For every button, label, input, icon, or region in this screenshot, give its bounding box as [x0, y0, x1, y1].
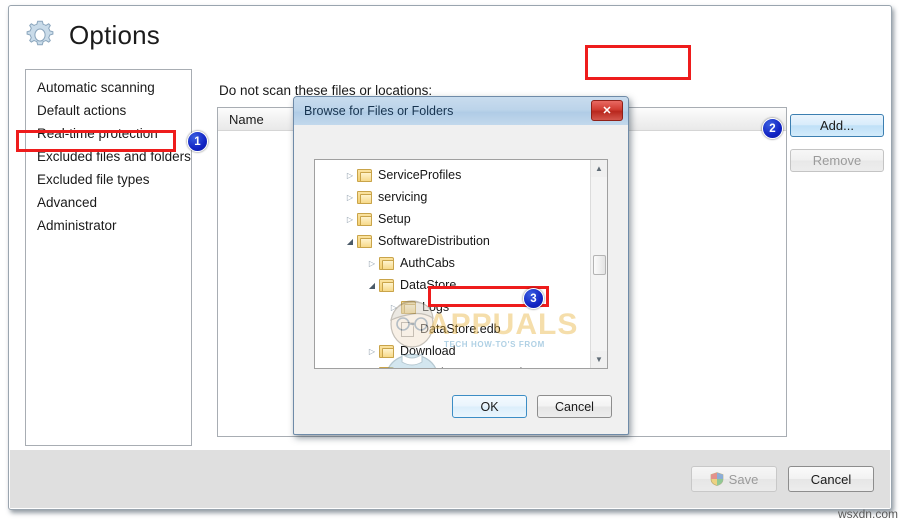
cancel-button[interactable]: Cancel [788, 466, 874, 492]
chevron-right-icon[interactable]: ▷ [343, 215, 357, 224]
browse-dialog: Browse for Files or Folders ✕ ▷ ServiceP… [293, 96, 629, 435]
ok-button[interactable]: OK [452, 395, 527, 418]
tree-item[interactable]: ◢ SoftwareDistribution [315, 230, 591, 252]
scrollbar-thumb[interactable] [593, 255, 606, 275]
folder-icon [357, 190, 372, 204]
options-footer: Save Cancel [10, 449, 890, 508]
save-button: Save [691, 466, 777, 492]
tree-item-selected[interactable]: DataStore.edb [315, 318, 591, 340]
folder-icon [357, 168, 372, 182]
add-button[interactable]: Add... [790, 114, 884, 137]
tree-item[interactable]: ▷ PostRebootEventCache [315, 362, 591, 370]
tree-item-label: servicing [378, 190, 428, 204]
scroll-up-icon[interactable]: ▲ [591, 160, 607, 177]
chevron-right-icon[interactable]: ▷ [365, 369, 379, 370]
shield-icon [710, 472, 724, 486]
chevron-right-icon[interactable]: ▷ [343, 193, 357, 202]
tree-item-label: Setup [378, 212, 411, 226]
folder-icon [379, 278, 394, 292]
folder-tree-rows: ▷ ServiceProfiles ▷ servicing ▷ Setup ◢ … [315, 160, 591, 368]
tree-item[interactable]: ▷ servicing [315, 186, 591, 208]
tree-item[interactable]: ▷ Setup [315, 208, 591, 230]
sidebar-item-excluded-files-and-folders[interactable]: Excluded files and folders [26, 145, 191, 168]
tree-item-label: SoftwareDistribution [378, 234, 490, 248]
sidebar-item-advanced[interactable]: Advanced [26, 191, 191, 214]
folder-icon [357, 212, 372, 226]
step-badge-1: 1 [187, 131, 208, 152]
folder-tree[interactable]: ▷ ServiceProfiles ▷ servicing ▷ Setup ◢ … [314, 159, 608, 369]
tree-item-label: ServiceProfiles [378, 168, 462, 182]
sidebar-item-default-actions[interactable]: Default actions [26, 99, 191, 122]
chevron-down-icon[interactable]: ◢ [343, 237, 357, 246]
sidebar-item-excluded-file-types[interactable]: Excluded file types [26, 168, 191, 191]
screenshot-root: Options Automatic scanning Default actio… [0, 0, 904, 523]
tree-item[interactable]: ▷ ServiceProfiles [315, 164, 591, 186]
sidebar-item-real-time-protection[interactable]: Real-time protection [26, 122, 191, 145]
options-titlebar: Options [9, 6, 891, 64]
tree-scrollbar[interactable]: ▲ ▼ [590, 160, 607, 368]
tree-item-label: AuthCabs [400, 256, 455, 270]
browse-dialog-title: Browse for Files or Folders [304, 104, 454, 118]
close-icon[interactable]: ✕ [591, 100, 623, 121]
step-badge-2: 2 [762, 118, 783, 139]
chevron-right-icon[interactable]: ▷ [365, 347, 379, 356]
chevron-down-icon[interactable]: ◢ [365, 281, 379, 290]
chevron-right-icon[interactable]: ▷ [387, 303, 401, 312]
save-button-label: Save [728, 471, 759, 487]
tree-item-label: DataStore [400, 278, 457, 292]
gear-icon [23, 18, 57, 52]
chevron-right-icon[interactable]: ▷ [343, 171, 357, 180]
folder-icon [357, 234, 372, 248]
tree-item-label: DataStore.edb [420, 322, 501, 336]
tree-item[interactable]: ◢ DataStore [315, 274, 591, 296]
browse-dialog-titlebar[interactable]: Browse for Files or Folders ✕ [294, 97, 628, 126]
folder-icon [379, 344, 394, 358]
tree-item-label: Logs [422, 300, 450, 314]
folder-icon [401, 300, 416, 314]
step-badge-3: 3 [523, 288, 544, 309]
browse-dialog-body: ▷ ServiceProfiles ▷ servicing ▷ Setup ◢ … [294, 125, 628, 434]
tree-item-label: Download [400, 344, 456, 358]
browse-cancel-button[interactable]: Cancel [537, 395, 612, 418]
category-list: Automatic scanning Default actions Real-… [25, 69, 192, 446]
tree-item[interactable]: ▷ Download [315, 340, 591, 362]
tree-item[interactable]: ▷ Logs [315, 296, 591, 318]
tree-item[interactable]: ▷ AuthCabs [315, 252, 591, 274]
remove-button: Remove [790, 149, 884, 172]
scroll-down-icon[interactable]: ▼ [591, 351, 607, 368]
sidebar-item-automatic-scanning[interactable]: Automatic scanning [26, 76, 191, 99]
chevron-right-icon[interactable]: ▷ [365, 259, 379, 268]
file-icon [401, 321, 414, 337]
sidebar-item-administrator[interactable]: Administrator [26, 214, 191, 237]
folder-icon [379, 256, 394, 270]
column-header-name[interactable]: Name [218, 112, 264, 127]
page-title: Options [69, 19, 161, 50]
tree-item-label: PostRebootEventCache [400, 366, 533, 368]
site-watermark: wsxdn.com [837, 507, 898, 521]
folder-icon [379, 366, 394, 368]
